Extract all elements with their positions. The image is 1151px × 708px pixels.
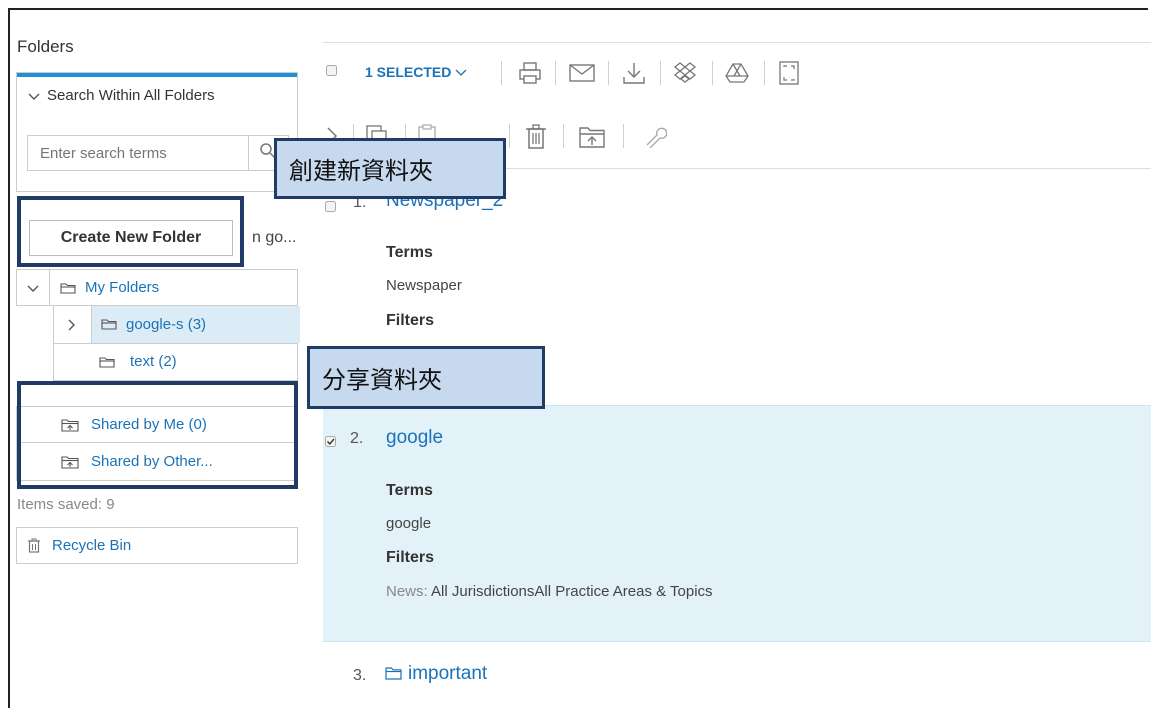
recycle-bin[interactable]: Recycle Bin bbox=[16, 527, 298, 564]
terms-label: Terms bbox=[386, 482, 433, 499]
chevron-down-icon bbox=[455, 68, 467, 76]
search-input[interactable] bbox=[27, 135, 249, 171]
sidebar-title: Folders bbox=[17, 37, 74, 56]
filters-label: Filters bbox=[386, 312, 435, 329]
filters-key: News: bbox=[386, 583, 428, 600]
search-panel-accent bbox=[17, 73, 297, 77]
callout-create-folder: 創建新資料夾 bbox=[274, 138, 506, 199]
result-checkbox[interactable] bbox=[325, 200, 337, 218]
search-panel: Search Within All Folders bbox=[16, 72, 298, 192]
toolbar-separator bbox=[608, 61, 609, 85]
toolbar-separator bbox=[764, 61, 765, 85]
google-drive-icon[interactable] bbox=[725, 61, 749, 85]
folder-icon bbox=[99, 356, 115, 368]
result-index: 3. bbox=[353, 667, 367, 684]
callout-text: 創建新資料夾 bbox=[289, 158, 433, 185]
folder-icon bbox=[101, 318, 117, 330]
selected-count-dropdown[interactable]: 1 SELECTED bbox=[365, 64, 467, 80]
tree-item-google-s[interactable]: google-s (3) bbox=[53, 306, 300, 344]
result-item: 1. Newspaper_2 Terms Newspaper Filters bbox=[323, 180, 1151, 340]
tree-item-text[interactable]: text (2) bbox=[53, 344, 298, 381]
tree-item-label: text (2) bbox=[130, 353, 177, 370]
result-item-selected: 2. google Terms google Filters News: All… bbox=[323, 405, 1151, 642]
filters-label: Filters bbox=[386, 549, 435, 566]
download-icon[interactable] bbox=[622, 61, 646, 85]
chevron-down-icon[interactable] bbox=[26, 283, 40, 293]
callout-text: 分享資料夾 bbox=[322, 367, 442, 394]
folder-icon bbox=[385, 666, 402, 685]
filters-value: News: All JurisdictionsAll Practice Area… bbox=[386, 583, 713, 600]
dropbox-icon[interactable] bbox=[673, 61, 697, 85]
wrench-icon[interactable] bbox=[643, 124, 667, 148]
result-item: 3. important bbox=[323, 655, 1151, 702]
select-all-checkbox[interactable] bbox=[326, 65, 338, 77]
toolbar-primary: 1 SELECTED bbox=[323, 58, 883, 88]
trash-icon[interactable] bbox=[525, 124, 547, 150]
main-top-divider bbox=[323, 42, 1151, 43]
tree-divider bbox=[49, 269, 50, 306]
terms-value: Newspaper bbox=[386, 277, 462, 294]
share-folder-icon[interactable] bbox=[579, 126, 605, 148]
toolbar-separator bbox=[623, 124, 624, 148]
folder-icon bbox=[60, 282, 76, 294]
trash-icon bbox=[27, 538, 41, 553]
tree-item-my-folders[interactable]: My Folders bbox=[16, 269, 298, 306]
items-saved-count: Items saved: 9 bbox=[17, 496, 115, 513]
document-icon[interactable] bbox=[778, 61, 800, 85]
search-toggle[interactable]: Search Within All Folders bbox=[27, 87, 215, 104]
toolbar-separator bbox=[563, 124, 564, 148]
toolbar-separator bbox=[509, 124, 510, 148]
tree-item-label: My Folders bbox=[85, 279, 160, 296]
result-title-link[interactable]: google bbox=[386, 427, 443, 449]
toolbar-separator bbox=[712, 61, 713, 85]
chevron-right-icon[interactable] bbox=[66, 318, 76, 332]
print-icon[interactable] bbox=[518, 61, 542, 85]
result-checkbox-checked[interactable] bbox=[325, 435, 337, 453]
callout-share-folder: 分享資料夾 bbox=[307, 346, 545, 409]
toolbar-separator bbox=[555, 61, 556, 85]
filters-text: All JurisdictionsAll Practice Areas & To… bbox=[431, 583, 713, 600]
toolbar-separator bbox=[501, 61, 502, 85]
result-title-link[interactable]: important bbox=[408, 663, 487, 685]
terms-label: Terms bbox=[386, 244, 433, 261]
recycle-bin-label: Recycle Bin bbox=[52, 537, 132, 554]
create-folder-highlight bbox=[17, 196, 244, 267]
terms-value: google bbox=[386, 515, 432, 532]
truncated-text: n go... bbox=[252, 229, 297, 246]
toolbar-separator bbox=[660, 61, 661, 85]
selected-count-label: 1 SELECTED bbox=[365, 64, 452, 80]
email-icon[interactable] bbox=[569, 63, 595, 83]
chevron-down-icon bbox=[27, 91, 41, 101]
search-toggle-label: Search Within All Folders bbox=[47, 87, 215, 104]
result-index: 2. bbox=[350, 430, 364, 447]
tree-item-label: google-s (3) bbox=[126, 316, 207, 333]
share-folder-highlight bbox=[17, 381, 298, 489]
